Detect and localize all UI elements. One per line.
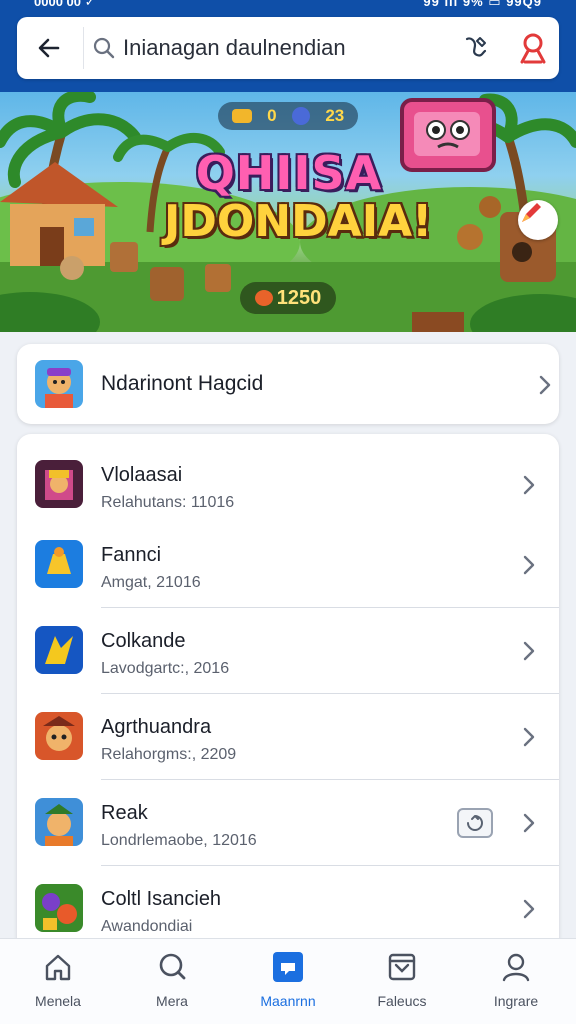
- action-toggle-button[interactable]: [457, 808, 493, 838]
- status-right: 99 ııl 9% ▭ 99Q9: [423, 0, 542, 9]
- item-title: Fannci: [101, 544, 162, 566]
- bottom-navigation: Menela Mera Maanrnn Faleucs Ingrare: [0, 938, 576, 1024]
- item-subtitle: Awandondiai: [101, 918, 193, 935]
- fruit-icon: [254, 290, 273, 306]
- back-button[interactable]: [29, 29, 69, 67]
- app-icon: [35, 884, 83, 932]
- list-item[interactable]: Agrthuandra Relahorgms:, 2209: [17, 694, 559, 780]
- item-title: Reak: [101, 802, 148, 824]
- chevron-right-icon: [523, 555, 535, 575]
- featured-item[interactable]: Ndarinont Hagcid: [17, 344, 559, 424]
- nav-label: Mera: [156, 993, 188, 1009]
- list-item[interactable]: Fannci Amgat, 21016: [17, 522, 559, 608]
- nav-tab-profile[interactable]: Ingrare: [466, 949, 566, 1015]
- featured-app-icon: [35, 360, 83, 408]
- banner-title-line1: QHIISA: [195, 146, 383, 200]
- coin-icon: [231, 109, 252, 123]
- chevron-right-icon: [523, 641, 535, 661]
- nav-label: Maanrnn: [260, 993, 316, 1009]
- nav-label: Menela: [35, 993, 81, 1009]
- search-input[interactable]: Inianagan daulnendian: [123, 35, 346, 61]
- search-icon: [159, 953, 186, 980]
- pencil-icon: [522, 203, 541, 222]
- library-icon: [273, 952, 303, 982]
- promo-banner[interactable]: 0 23 QHIISA JDONDAIA! 1250: [0, 92, 576, 332]
- hud-left-value: 0: [267, 106, 277, 125]
- inbox-icon: [388, 953, 416, 981]
- list-item[interactable]: Vlolaasai Relahutans: 11016: [17, 442, 559, 528]
- item-subtitle: Lavodgartc:, 2016: [101, 660, 230, 677]
- profile-icon: [502, 953, 530, 982]
- edit-badge-button[interactable]: [518, 200, 558, 240]
- app-list: Vlolaasai Relahutans: 11016 Fannci Amgat…: [17, 434, 559, 954]
- refresh-icon: [467, 815, 483, 831]
- app-icon: [35, 712, 83, 760]
- list-item[interactable]: Reak Londrlemaobe, 12016: [17, 780, 559, 866]
- chevron-right-icon: [523, 727, 535, 747]
- nav-tab-home[interactable]: Menela: [8, 949, 108, 1015]
- app-icon: [35, 798, 83, 846]
- search-divider: [83, 27, 84, 69]
- home-icon: [45, 954, 71, 981]
- item-title: Agrthuandra: [101, 716, 212, 738]
- item-title: Vlolaasai: [101, 464, 183, 486]
- app-icon: [35, 626, 83, 674]
- account-icon[interactable]: [517, 31, 549, 65]
- nav-label: Faleucs: [377, 993, 427, 1009]
- search-bar[interactable]: Inianagan daulnendian: [17, 17, 559, 79]
- nav-label: Ingrare: [493, 993, 539, 1009]
- status-left: 0000 00 ✓: [34, 0, 96, 9]
- app-icon: [35, 460, 83, 508]
- banner-score: 1250: [240, 282, 336, 314]
- nav-tab-library[interactable]: Maanrnn: [238, 949, 338, 1015]
- item-subtitle: Relahutans: 11016: [101, 494, 235, 511]
- nav-tab-search[interactable]: Mera: [122, 949, 222, 1015]
- chevron-right-icon: [523, 899, 535, 919]
- chevron-right-icon: [523, 813, 535, 833]
- chevron-right-icon: [523, 475, 535, 495]
- voice-search-icon[interactable]: [461, 33, 491, 63]
- item-subtitle: Londrlemaobe, 12016: [101, 832, 257, 849]
- search-icon: [93, 37, 115, 59]
- banner-title: QHIISA JDONDAIA!: [164, 146, 433, 247]
- back-arrow-icon: [38, 38, 60, 58]
- banner-title-line2: JDONDAIA!: [164, 196, 433, 247]
- banner-score-value: 1250: [276, 286, 322, 309]
- hud-right-value: 23: [325, 106, 345, 125]
- lightning-icon: [291, 107, 310, 125]
- featured-title: Ndarinont Hagcid: [101, 372, 264, 395]
- status-bar: 0000 00 ✓ 99 ııl 9% ▭ 99Q9: [0, 0, 576, 14]
- app-icon: [35, 540, 83, 588]
- item-subtitle: Relahorgms:, 2209: [101, 746, 237, 763]
- top-bar: 0000 00 ✓ 99 ııl 9% ▭ 99Q9 Inianagan dau…: [0, 0, 576, 92]
- item-subtitle: Amgat, 21016: [101, 574, 201, 591]
- item-title: Coltl Isancieh: [101, 888, 222, 910]
- list-item[interactable]: Colkande Lavodgartc:, 2016: [17, 608, 559, 694]
- banner-hud: 0 23: [218, 102, 358, 130]
- item-title: Colkande: [101, 630, 186, 652]
- chevron-right-icon: [539, 375, 551, 395]
- nav-tab-inbox[interactable]: Faleucs: [352, 949, 452, 1015]
